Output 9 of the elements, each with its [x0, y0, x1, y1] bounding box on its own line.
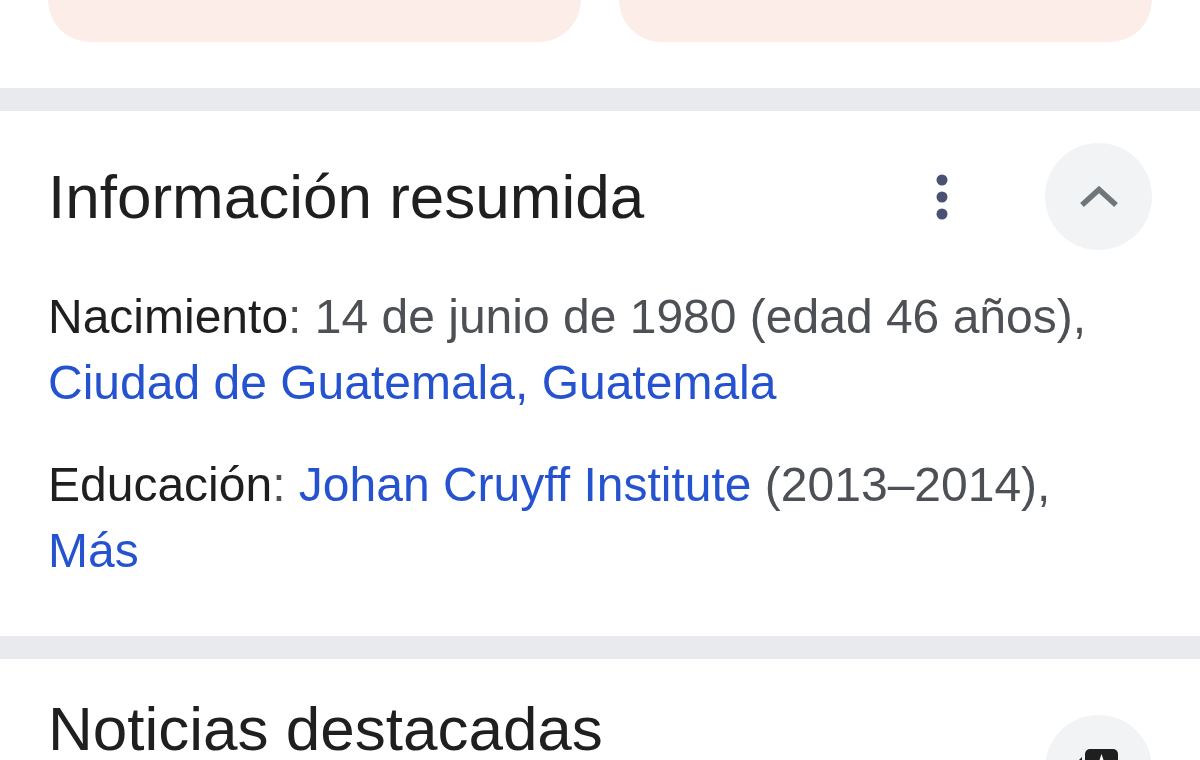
- fact-text: Educación: Johan Cruyff Institute (2013–2014), Más: [48, 457, 1052, 579]
- text-link[interactable]: Más: [48, 524, 139, 577]
- text-link[interactable]: Ciudad de Guatemala, Guatemala: [48, 356, 777, 409]
- more-options-icon[interactable]: [936, 173, 948, 220]
- section-title: Información resumida: [48, 160, 645, 233]
- fact-text: Nacimiento: 14 de junio de 1980 (edad 46 años), Ciudad de Guatemala, Guatemala: [48, 289, 1088, 411]
- text-link[interactable]: Johan Cruyff Institute: [298, 458, 752, 511]
- section-title: Noticias destacadas: [48, 699, 603, 759]
- chevron-up-icon: [1078, 185, 1119, 208]
